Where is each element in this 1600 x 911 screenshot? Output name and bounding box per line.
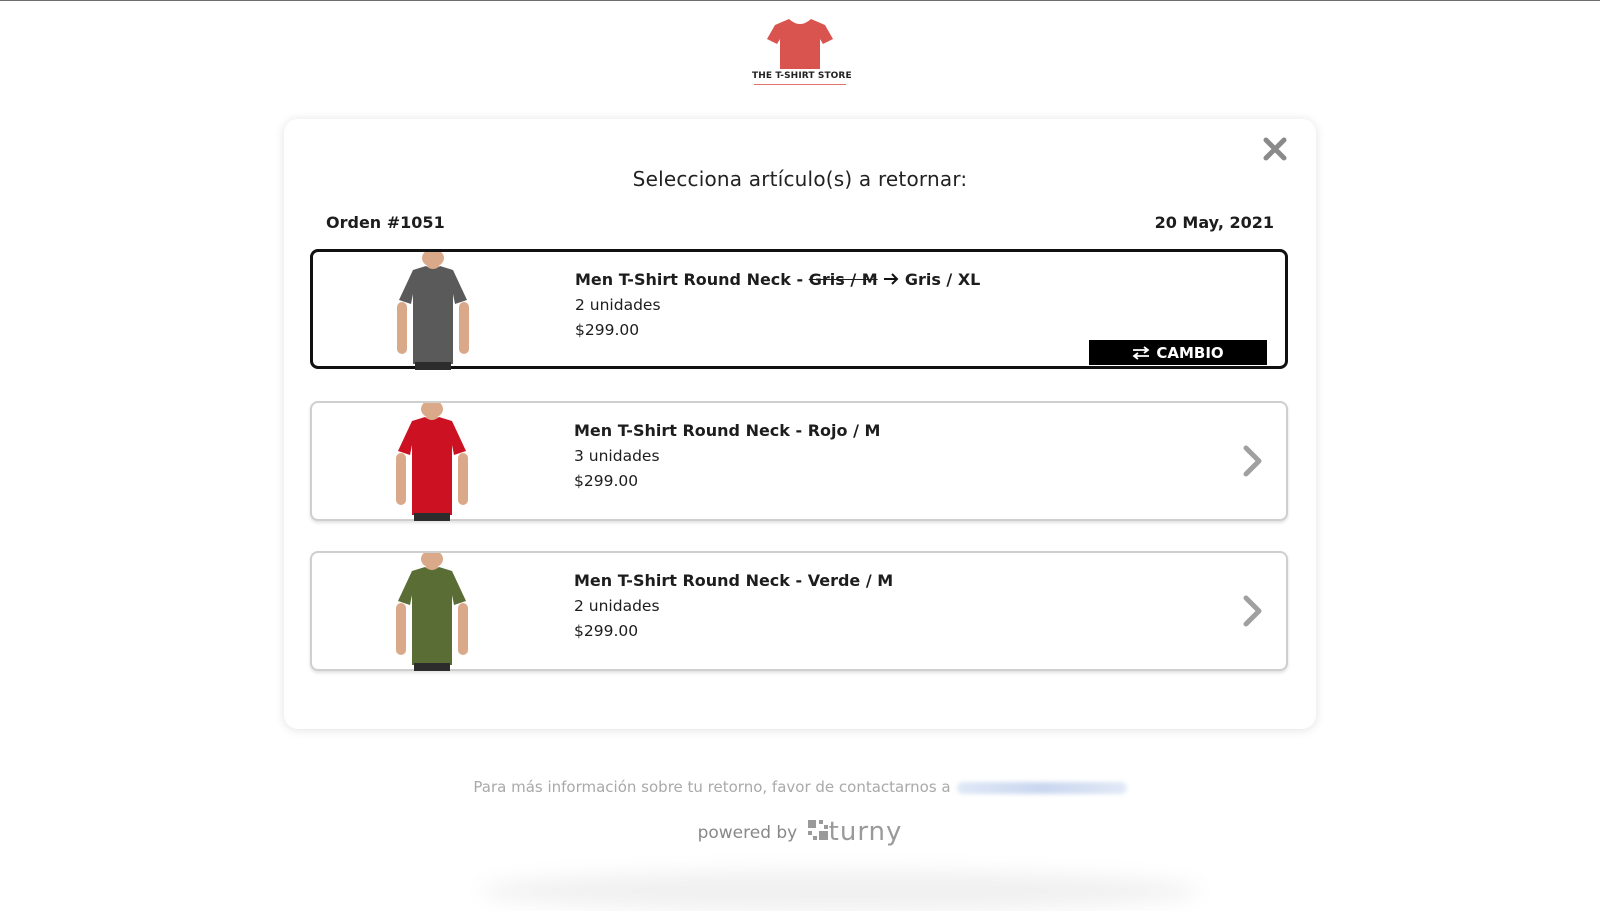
return-item-gris[interactable]: Men T-Shirt Round Neck - Gris / M Gris /… xyxy=(310,249,1288,370)
item-title: Men T-Shirt Round Neck - Verde / M xyxy=(574,571,894,590)
bottom-shadow xyxy=(480,871,1200,911)
contact-text: Para más información sobre tu retorno, f… xyxy=(473,778,951,796)
item-price: $299.00 xyxy=(574,622,639,640)
exchange-icon xyxy=(1132,345,1150,360)
item-quantity: 3 unidades xyxy=(574,447,660,465)
chevron-right-icon[interactable] xyxy=(1242,595,1264,627)
close-icon xyxy=(1263,137,1287,161)
item-quantity: 2 unidades xyxy=(574,597,660,615)
turny-brand[interactable]: turny xyxy=(829,817,903,847)
return-item-verde[interactable]: Men T-Shirt Round Neck - Verde / M 2 uni… xyxy=(310,551,1288,671)
item-title-prefix: Men T-Shirt Round Neck - xyxy=(575,270,809,289)
contact-info: Para más información sobre tu retorno, f… xyxy=(0,778,1600,796)
modal-heading: Selecciona artículo(s) a retornar: xyxy=(632,167,968,191)
return-modal: Selecciona artículo(s) a retornar: Orden… xyxy=(284,119,1316,729)
turny-logo-icon xyxy=(807,820,828,840)
logo-underline xyxy=(754,84,846,85)
item-title: Men T-Shirt Round Neck - Gris / M Gris /… xyxy=(575,270,980,289)
return-item-rojo[interactable]: Men T-Shirt Round Neck - Rojo / M 3 unid… xyxy=(310,401,1288,521)
store-logo: THE T-SHIRT STORE xyxy=(752,17,852,85)
product-image-gris xyxy=(397,252,469,370)
order-number: Orden #1051 xyxy=(326,213,445,232)
powered-by-text: powered by xyxy=(697,823,798,843)
new-variant: Gris / XL xyxy=(904,270,981,289)
item-price: $299.00 xyxy=(575,321,640,339)
item-price: $299.00 xyxy=(574,472,639,490)
close-button[interactable] xyxy=(1261,135,1289,163)
item-info: Men T-Shirt Round Neck - Verde / M 2 uni… xyxy=(574,571,893,640)
redacted-email-link[interactable] xyxy=(956,781,1127,794)
item-info: Men T-Shirt Round Neck - Rojo / M 3 unid… xyxy=(574,421,880,490)
item-title: Men T-Shirt Round Neck - Rojo / M xyxy=(574,421,881,440)
chevron-right-icon[interactable] xyxy=(1242,445,1264,477)
order-date: 20 May, 2021 xyxy=(1154,213,1274,232)
exchange-badge: CAMBIO xyxy=(1089,340,1267,365)
product-image-rojo xyxy=(396,403,468,521)
exchange-badge-label: CAMBIO xyxy=(1156,343,1224,362)
item-quantity: 2 unidades xyxy=(575,296,661,314)
item-info: Men T-Shirt Round Neck - Gris / M Gris /… xyxy=(575,270,980,339)
arrow-right-icon xyxy=(884,273,899,285)
tshirt-logo-icon xyxy=(767,19,833,69)
product-image-verde xyxy=(396,553,468,671)
logo-text: THE T-SHIRT STORE xyxy=(752,71,852,81)
powered-by: powered by turny xyxy=(0,817,1600,847)
old-variant: Gris / M xyxy=(808,270,878,289)
